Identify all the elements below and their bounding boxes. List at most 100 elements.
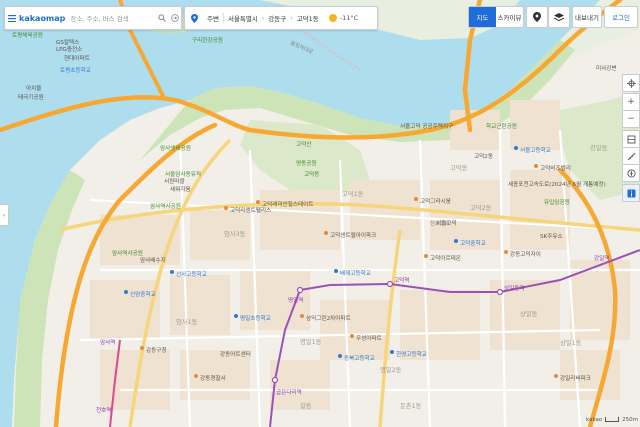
place-label: LPG충전소 bbox=[56, 45, 82, 53]
station-label: 상일동역 bbox=[504, 284, 525, 292]
scale-label: 250m bbox=[622, 416, 638, 423]
place-pin-button[interactable] bbox=[526, 6, 548, 28]
place-label: 세워지움 bbox=[170, 185, 191, 193]
station-label: 강일역 bbox=[594, 254, 609, 262]
place-label: 토평초등학교 bbox=[60, 66, 91, 74]
plus-icon: + bbox=[627, 97, 635, 107]
pin-icon bbox=[533, 12, 541, 22]
map-canvas[interactable]: 토평체육공원 GS칼텍스 LPG충전소 현대아파트 토평초등학교 아치울 태극기… bbox=[0, 0, 640, 427]
weather-widget[interactable]: -11°C bbox=[323, 14, 358, 22]
zoom-out-button[interactable]: − bbox=[622, 110, 640, 128]
area-label: 고덕2동 bbox=[470, 204, 492, 212]
search-icon[interactable] bbox=[155, 7, 169, 29]
info-icon bbox=[627, 189, 635, 197]
sidebar-toggle-button[interactable]: › bbox=[0, 204, 9, 226]
station-label: 굽은다리역 bbox=[276, 388, 302, 396]
place-label: 구리한강공원 bbox=[192, 36, 223, 44]
place-label: 유입임공원 bbox=[544, 198, 570, 206]
search-bar: kakaomap 장소, 주소, 버스 검색 bbox=[4, 6, 182, 30]
kakao-logo: kakao bbox=[586, 416, 603, 423]
place-label: 고덕센트럴아이파크 bbox=[330, 231, 376, 239]
layers-icon bbox=[554, 12, 564, 21]
roadview-button[interactable] bbox=[622, 130, 640, 148]
place-label: 서원마을 bbox=[164, 177, 185, 185]
place-label: 암사생태공원 bbox=[160, 144, 191, 152]
place-label: 고덕2동 bbox=[474, 153, 493, 160]
kakaomap-logo: kakaomap bbox=[19, 13, 66, 23]
place-label: 강동경찰서 bbox=[200, 374, 226, 382]
place-label: 암사역사공원 bbox=[150, 202, 181, 210]
place-label: 강동고덕자이 bbox=[510, 250, 541, 258]
compass-icon bbox=[626, 168, 636, 178]
bike-button[interactable] bbox=[622, 164, 640, 182]
place-label: 명동공원 bbox=[296, 159, 317, 167]
distance-button[interactable] bbox=[622, 147, 640, 165]
place-label: 서울고덕 공공주택지구 bbox=[400, 122, 453, 130]
area-label: 상일동 bbox=[520, 309, 538, 318]
area-label: 암사3동 bbox=[224, 229, 246, 238]
place-label: 미사강변 bbox=[596, 64, 617, 72]
area-label: 둔촌1동 bbox=[400, 401, 422, 410]
nearby-button[interactable]: 주변 bbox=[203, 13, 224, 23]
skyview-button[interactable]: 스카이뷰 bbox=[496, 7, 523, 27]
area-label: 암사1동 bbox=[176, 317, 198, 326]
station-label: 명일역 bbox=[288, 296, 303, 304]
place-label: 우성아파트 bbox=[356, 334, 382, 342]
area-label: 고덕동 bbox=[450, 164, 468, 172]
area-label: 강일동 bbox=[590, 143, 608, 152]
scale-bar bbox=[605, 417, 620, 422]
place-label: 동북고등학교 bbox=[344, 354, 375, 362]
place-label: 암사배수지 bbox=[140, 256, 166, 264]
my-location-button[interactable] bbox=[622, 74, 640, 92]
road-label: 천호대로 bbox=[430, 219, 450, 227]
place-label: 강동구청 bbox=[146, 347, 167, 354]
place-label: 강일리버파크 bbox=[560, 374, 591, 382]
directions-icon[interactable] bbox=[169, 7, 181, 29]
layers-button[interactable] bbox=[548, 6, 570, 28]
place-label: 토평체육공원 bbox=[12, 31, 43, 39]
crosshair-icon bbox=[626, 78, 636, 88]
export-button[interactable]: 내보내기 bbox=[572, 6, 602, 28]
search-input[interactable]: 장소, 주소, 버스 검색 bbox=[70, 13, 155, 23]
place-label: GS칼텍스 bbox=[56, 38, 79, 46]
place-label: 한영고등학교 bbox=[396, 350, 427, 358]
place-label: SK주유소 bbox=[540, 233, 563, 240]
place-label: 배재고등학교 bbox=[340, 269, 371, 277]
station-label: 고덕역 bbox=[394, 276, 409, 284]
breadcrumb-city[interactable]: 서울특별시 bbox=[224, 13, 262, 23]
location-pin-icon[interactable] bbox=[185, 13, 203, 23]
login-button[interactable]: 로그인 bbox=[604, 6, 638, 28]
place-label: 학교근린공원 bbox=[486, 122, 517, 130]
place-label: 고덕중학교 bbox=[460, 239, 486, 247]
ruler-icon bbox=[627, 152, 635, 160]
place-label: 신암중학교 bbox=[130, 290, 156, 298]
area-label: 고덕1동 bbox=[342, 190, 364, 198]
place-label: 암사역사공원 bbox=[112, 249, 143, 257]
map-footer: kakao 250m bbox=[586, 414, 638, 425]
place-label: 서울고등학교 bbox=[520, 146, 551, 154]
chevron-right-icon: › bbox=[2, 211, 6, 219]
sun-icon bbox=[328, 14, 337, 22]
map-type-toggle: 지도 스카이뷰 bbox=[468, 6, 524, 28]
place-label: 서울암사동유적 bbox=[165, 170, 201, 178]
place-label: 고덕동 bbox=[304, 171, 319, 178]
place-label: 강동아트센터 bbox=[220, 350, 251, 358]
map-view-button[interactable]: 지도 bbox=[469, 7, 496, 27]
menu-icon[interactable] bbox=[5, 7, 19, 29]
place-label: 선사고등학교 bbox=[176, 270, 207, 278]
info-button[interactable] bbox=[622, 184, 640, 202]
roadview-icon bbox=[627, 135, 635, 143]
breadcrumb-district[interactable]: 강동구 bbox=[264, 13, 290, 23]
breadcrumb-dong[interactable]: 고덕1동 bbox=[293, 13, 323, 23]
place-label: 고덕산 bbox=[296, 140, 311, 148]
minus-icon: − bbox=[627, 114, 635, 124]
place-label: 고덕아르테온 bbox=[430, 254, 461, 262]
station-label: 암사역 bbox=[100, 338, 115, 346]
map-frame: 토평체육공원 GS칼텍스 LPG충전소 현대아파트 토평초등학교 아치울 태극기… bbox=[0, 0, 640, 427]
place-label: 고덕비즈밸리 bbox=[540, 164, 571, 172]
place-label: 세종포천고속도로(2024년 6월 개통예정) bbox=[508, 180, 606, 188]
zoom-in-button[interactable]: + bbox=[622, 93, 640, 111]
area-label: 명일1동 bbox=[300, 337, 322, 346]
place-label: 고덕래미안힐스테이트 bbox=[262, 200, 313, 208]
area-label: 명일2동 bbox=[380, 365, 402, 374]
